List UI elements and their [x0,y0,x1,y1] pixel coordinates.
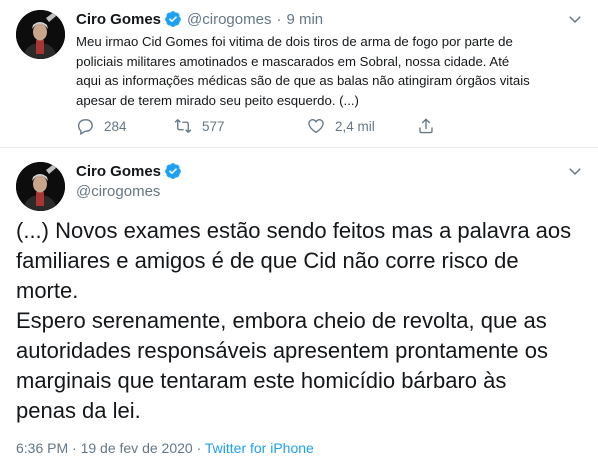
avatar[interactable] [16,162,65,211]
chevron-down-icon[interactable] [566,10,584,28]
tweet-meta: 6:36 PM · 19 de fev de 2020 · Twitter fo… [16,440,314,456]
tweet-text: (...) Novos exames estão sendo feitos ma… [16,216,586,426]
like-count: 2,4 mil [335,118,375,134]
verified-badge-icon [164,10,182,28]
tweet-text-line: penas da lei. [16,398,141,423]
tweet-actions: 284 577 2,4 mil [76,116,435,136]
tweet-text-line: marginais que tentaram este homicídio bá… [16,368,507,393]
reply-count: 284 [104,118,127,134]
retweet-count: 577 [202,118,225,134]
author-handle[interactable]: @cirogomes [76,183,160,200]
reply-button[interactable]: 284 [76,117,174,135]
tweet-source-link[interactable]: Twitter for iPhone [205,440,314,456]
author-name[interactable]: Ciro Gomes [76,163,161,180]
retweet-icon [174,119,192,133]
like-icon [308,119,324,134]
tweet-time[interactable]: 9 min [286,11,323,28]
tweet-card-1[interactable]: Ciro Gomes @cirogomes · 9 min Meu irmao … [0,0,598,148]
retweet-button[interactable]: 577 [174,117,307,135]
tweet-header: Ciro Gomes @cirogomes · 9 min [76,9,323,29]
tweet-text: Meu irmao Cid Gomes foi vitima de dois t… [76,32,586,110]
chevron-down-icon[interactable] [566,162,584,180]
meta-separator: · [196,440,202,456]
author-name[interactable]: Ciro Gomes [76,11,161,28]
avatar[interactable] [16,10,65,59]
tweet-text-line: Espero serenamente, embora cheio de revo… [16,308,547,333]
tweet-text-line: Meu irmao Cid Gomes foi vitima de dois t… [76,34,513,49]
reply-icon [77,119,93,135]
tweet-text-line: familiares e amigos é de que Cid não cor… [16,248,519,273]
share-button[interactable] [417,117,435,135]
tweet-timestamp[interactable]: 6:36 PM · 19 de fev de 2020 [16,440,193,456]
separator: · [276,10,282,28]
tweet-text-line: (...) Novos exames estão sendo feitos ma… [16,218,572,243]
tweet-text-line: aqui as informações médicas são de que a… [76,73,530,88]
tweet-header: Ciro Gomes [76,162,182,180]
tweet-text-line: policiais militares amotinados e mascara… [76,53,510,69]
verified-badge-icon [164,162,182,180]
author-handle[interactable]: @cirogomes [187,11,271,28]
tweet-text-line: autoridades responsáveis apresentem pron… [16,338,548,363]
tweet-text-line: morte. [16,278,79,303]
share-icon [419,118,433,134]
like-button[interactable]: 2,4 mil [307,117,417,135]
tweet-text-line: apesar de terem mirado seu peito esquerd… [76,92,359,108]
tweet-card-2: Ciro Gomes @cirogomes (...) Novos exames… [0,148,598,460]
